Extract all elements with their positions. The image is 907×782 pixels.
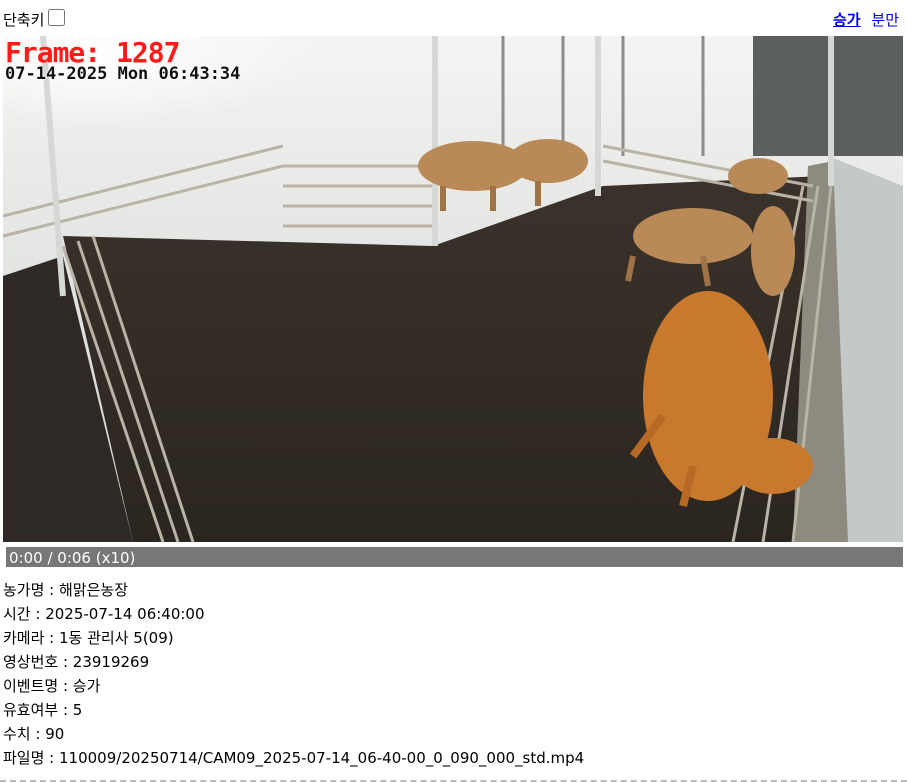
info-value: 23919269 <box>72 653 150 671</box>
info-label: 수치 <box>3 725 31 743</box>
info-value: 1동 관리사 5(09) <box>59 629 174 647</box>
cctv-frame-image <box>3 36 903 542</box>
info-value: 승가 <box>72 677 101 695</box>
progress-indicator <box>3 547 6 567</box>
info-value: 110009/20250714/CAM09_2025-07-14_06-40-0… <box>59 749 585 767</box>
info-row-filename: 파일명 : 110009/20250714/CAM09_2025-07-14_0… <box>3 749 585 767</box>
tab-mounting[interactable]: 승가 <box>833 11 861 29</box>
shortcut-checkbox[interactable] <box>48 9 65 26</box>
info-row-camera: 카메라 : 1동 관리사 5(09) <box>3 629 174 647</box>
info-row-farm: 농가명 : 해맑은농장 <box>3 581 129 599</box>
top-bar: 단축키 승가 분만 <box>0 6 907 32</box>
camera-timestamp: 07-14-2025 Mon 06:43:34 <box>5 64 241 84</box>
info-row-video-number: 영상번호 : 23919269 <box>3 653 150 671</box>
info-row-score: 수치 : 90 <box>3 725 65 743</box>
info-label: 파일명 <box>3 749 45 767</box>
event-info: 농가명 : 해맑은농장 시간 : 2025-07-14 06:40:00 카메라… <box>3 578 584 770</box>
info-label: 시간 <box>3 605 31 623</box>
info-value: 5 <box>72 701 83 719</box>
info-value: 해맑은농장 <box>59 581 129 599</box>
info-row-time: 시간 : 2025-07-14 06:40:00 <box>3 605 205 623</box>
page-divider <box>0 778 907 782</box>
video-progress-bar[interactable]: 0:00 / 0:06 (x10) <box>3 547 903 567</box>
info-label: 이벤트명 <box>3 677 59 695</box>
info-row-validity: 유효여부 : 5 <box>3 701 83 719</box>
progress-time: 0:00 / 0:06 (x10) <box>9 549 136 567</box>
info-row-event-name: 이벤트명 : 승가 <box>3 677 101 695</box>
info-label: 카메라 <box>3 629 45 647</box>
info-value: 90 <box>45 725 65 743</box>
info-label: 유효여부 <box>3 701 59 719</box>
shortcut-label: 단축키 <box>3 11 45 29</box>
video-player[interactable]: Frame: 1287 07-14-2025 Mon 06:43:34 <box>3 36 903 542</box>
tab-calving[interactable]: 분만 <box>871 11 899 29</box>
info-value: 2025-07-14 06:40:00 <box>45 605 205 623</box>
info-label: 농가명 <box>3 581 45 599</box>
info-label: 영상번호 <box>3 653 59 671</box>
event-tabs: 승가 분만 <box>827 9 899 30</box>
